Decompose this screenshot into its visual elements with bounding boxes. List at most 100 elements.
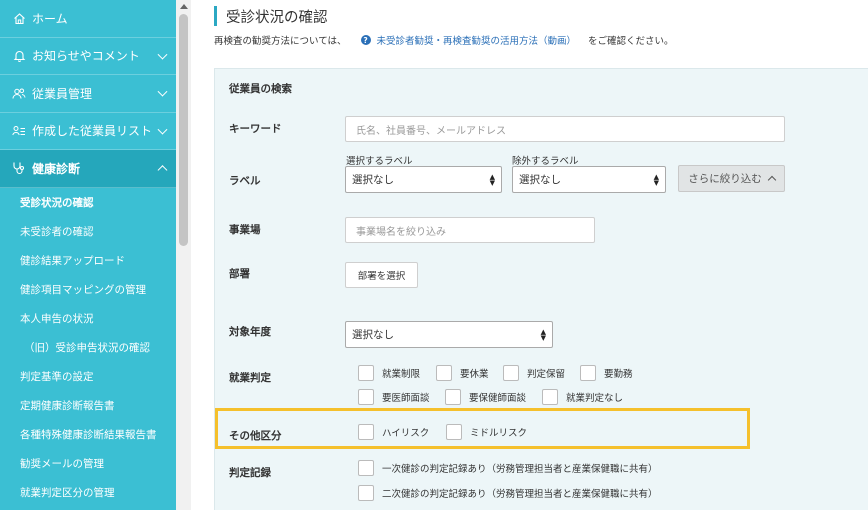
- question-icon: ?: [360, 35, 371, 45]
- sidebar-item-label: ホーム: [32, 11, 68, 26]
- year-label: 対象年度: [229, 326, 271, 338]
- judgement-record-label: 判定記録: [229, 467, 271, 479]
- include-label-caption: 選択するラベル: [346, 156, 413, 167]
- sidebar-item-home[interactable]: ホーム: [0, 0, 176, 38]
- sidebar-subitem-item-mapping[interactable]: 健診項目マッピングの管理: [0, 275, 176, 304]
- checkbox-work-required[interactable]: 要勤務: [580, 365, 633, 381]
- intro-after: をご確認ください。: [588, 36, 674, 47]
- sidebar-subitem-checkup-status[interactable]: 受診状況の確認: [0, 188, 176, 217]
- checkbox-primary-record[interactable]: 一次健診の判定記録あり（労務管理担当者と産業保健職に共有）: [358, 460, 658, 476]
- checkbox-secondary-record[interactable]: 二次健診の判定記録あり（労務管理担当者と産業保健職に共有）: [358, 485, 658, 501]
- sidebar-item-employee-lists[interactable]: 作成した従業員リスト: [0, 113, 176, 150]
- sidebar: ホーム お知らせやコメント 従業員管理 作成した従業員リスト 健康診断 受診状況…: [0, 0, 176, 510]
- home-icon: [12, 11, 26, 25]
- checkbox-label: 要保健師面談: [469, 393, 527, 404]
- main-content: 受診状況の確認 再検査の勧奨方法については、 ? 未受診者勧奨・再検査勧奨の活用…: [200, 0, 868, 510]
- sidebar-subitem-self-report[interactable]: 本人申告の状況: [0, 304, 176, 333]
- checkbox-label: 判定保留: [527, 369, 566, 380]
- checkbox-middle-risk[interactable]: ミドルリスク: [446, 424, 527, 440]
- refine-button-label: さらに絞り込む: [688, 173, 762, 185]
- sidebar-scrollbar[interactable]: [176, 0, 191, 510]
- checkbox-label: 一次健診の判定記録あり（労務管理担当者と産業保健職に共有）: [382, 464, 658, 475]
- exclude-label-select[interactable]: 選択なし ▲ ▼: [512, 166, 666, 193]
- chevron-down-icon: [157, 49, 168, 60]
- page-title: 受診状況の確認: [214, 6, 328, 26]
- sidebar-subitem-result-upload[interactable]: 健診結果アップロード: [0, 246, 176, 275]
- sidebar-subitem-criteria-settings[interactable]: 判定基準の設定: [0, 362, 176, 391]
- sidebar-item-employees[interactable]: 従業員管理: [0, 75, 176, 113]
- label-field-label: ラベル: [229, 175, 261, 187]
- checkbox-work-restriction[interactable]: 就業制限: [358, 365, 420, 381]
- checkbox[interactable]: [358, 485, 374, 501]
- sidebar-subitem-unexamined[interactable]: 未受診者の確認: [0, 217, 176, 246]
- sidebar-item-label: お知らせやコメント: [32, 49, 140, 64]
- checkbox-label: 就業制限: [382, 369, 421, 380]
- intro-text: 再検査の勧奨方法については、 ? 未受診者勧奨・再検査勧奨の活用方法（動画） を…: [214, 33, 674, 47]
- sidebar-item-notifications[interactable]: お知らせやコメント: [0, 38, 176, 75]
- checkbox-pending[interactable]: 判定保留: [503, 365, 565, 381]
- select-arrows-icon: ▲ ▼: [540, 328, 546, 342]
- year-select[interactable]: 選択なし ▲ ▼: [345, 321, 553, 348]
- select-arrows-icon: ▲ ▼: [653, 173, 659, 187]
- checkbox-nurse-interview[interactable]: 要保健師面談: [445, 389, 526, 405]
- office-filter-input[interactable]: 事業場名を絞り込み: [345, 217, 595, 243]
- sidebar-item-label: 作成した従業員リスト: [32, 124, 153, 139]
- checkbox-label: 要勤務: [604, 369, 633, 380]
- department-label: 部署: [229, 268, 250, 280]
- checkbox[interactable]: [542, 389, 558, 405]
- checkbox-label: 要休業: [460, 369, 489, 380]
- work-judgement-label: 就業判定: [229, 372, 271, 384]
- checkbox[interactable]: [358, 365, 374, 381]
- checkbox[interactable]: [358, 424, 374, 440]
- sidebar-subitem-old-report-status[interactable]: （旧）受診申告状況の確認: [0, 333, 176, 362]
- office-label: 事業場: [229, 224, 261, 236]
- search-section-title: 従業員の検索: [229, 83, 292, 95]
- users-icon: [12, 86, 26, 100]
- user-list-icon: [12, 124, 26, 138]
- sidebar-subitem-work-category[interactable]: 就業判定区分の管理: [0, 478, 176, 507]
- checkbox-leave-required[interactable]: 要休業: [436, 365, 489, 381]
- checkbox[interactable]: [580, 365, 596, 381]
- select-department-button[interactable]: 部署を選択: [345, 262, 418, 288]
- include-label-value: 選択なし: [352, 174, 394, 186]
- sidebar-subitem-special-report[interactable]: 各種特殊健康診断結果報告書: [0, 420, 176, 449]
- sidebar-item-health-checkup[interactable]: 健康診断: [0, 150, 176, 188]
- checkbox[interactable]: [503, 365, 519, 381]
- exclude-label-caption: 除外するラベル: [512, 156, 579, 167]
- checkbox-doctor-interview[interactable]: 要医師面談: [358, 389, 430, 405]
- checkbox[interactable]: [446, 424, 462, 440]
- checkbox[interactable]: [358, 389, 374, 405]
- keyword-input[interactable]: 氏名、社員番号、メールアドレス: [345, 116, 785, 142]
- chevron-up-icon: [767, 175, 776, 185]
- checkbox[interactable]: [436, 365, 452, 381]
- bell-icon: [12, 49, 26, 63]
- select-arrows-icon: ▲ ▼: [489, 173, 495, 187]
- checkbox-label: 二次健診の判定記録あり（労務管理担当者と産業保健職に共有）: [382, 489, 658, 500]
- sidebar-item-label: 従業員管理: [32, 86, 93, 101]
- chevron-up-icon: [157, 165, 168, 176]
- checkbox[interactable]: [358, 460, 374, 476]
- checkbox-label: ミドルリスク: [470, 428, 528, 439]
- refine-button[interactable]: さらに絞り込む: [678, 165, 785, 192]
- search-panel: 従業員の検索 キーワード 氏名、社員番号、メールアドレス 選択するラベル 除外す…: [214, 68, 868, 510]
- checkbox-high-risk[interactable]: ハイリスク: [358, 424, 429, 440]
- stethoscope-icon: [12, 161, 26, 175]
- checkbox-label: 就業判定なし: [566, 393, 624, 404]
- include-label-select[interactable]: 選択なし ▲ ▼: [345, 166, 502, 193]
- checkbox-label: 要医師面談: [382, 393, 430, 404]
- checkbox-label: ハイリスク: [382, 428, 430, 439]
- chevron-down-icon: [157, 124, 168, 135]
- year-select-value: 選択なし: [352, 329, 394, 341]
- help-video-link[interactable]: 未受診者勧奨・再検査勧奨の活用方法（動画）: [377, 33, 577, 47]
- sidebar-item-label: 健康診断: [32, 161, 81, 176]
- scroll-thumb[interactable]: [179, 14, 188, 246]
- chevron-down-icon: [157, 86, 168, 97]
- checkbox[interactable]: [445, 389, 461, 405]
- checkbox-no-judgement[interactable]: 就業判定なし: [542, 389, 623, 405]
- other-category-label: その他区分: [229, 430, 282, 442]
- scroll-up-arrow-icon[interactable]: [179, 4, 188, 9]
- sidebar-subitem-reminder-mail[interactable]: 勧奨メールの管理: [0, 449, 176, 478]
- sidebar-subitem-periodic-report[interactable]: 定期健康診断報告書: [0, 391, 176, 420]
- keyword-label: キーワード: [229, 123, 282, 135]
- intro-before: 再検査の勧奨方法については、: [214, 36, 347, 47]
